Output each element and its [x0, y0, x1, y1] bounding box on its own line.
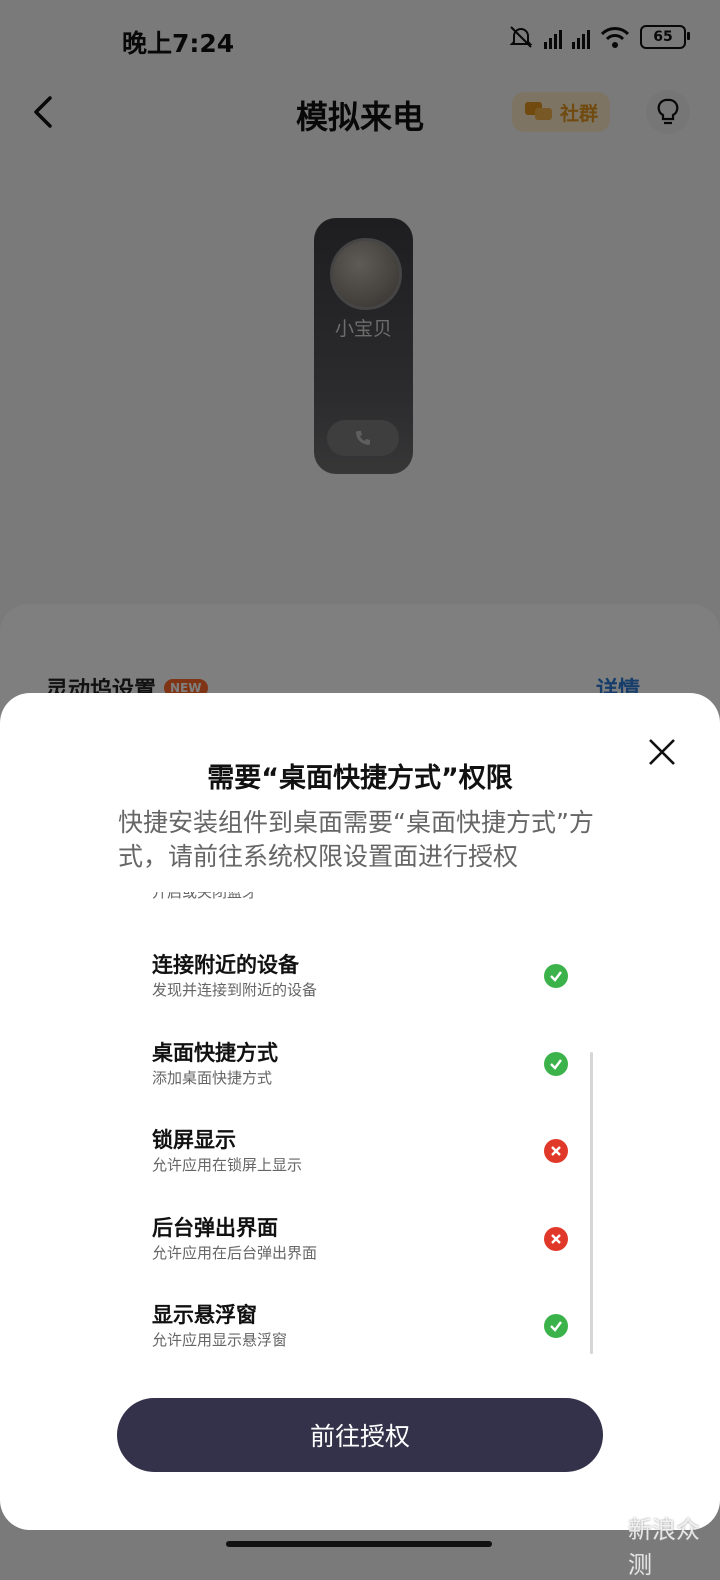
cross-icon — [544, 1227, 568, 1251]
clipped-permission-desc: 开启或关闭蓝牙 — [152, 892, 258, 901]
permission-item: 后台弹出界面 允许应用在后台弹出界面 — [152, 1215, 592, 1263]
permission-desc: 允许应用显示悬浮窗 — [152, 1331, 288, 1349]
permission-item: 连接附近的设备 发现并连接到附近的设备 — [152, 952, 592, 1000]
check-icon — [544, 1314, 568, 1338]
permission-desc: 允许应用在后台弹出界面 — [152, 1244, 318, 1262]
clipped-permission-item: 开启或关闭蓝牙 — [152, 892, 592, 914]
permission-item: 桌面快捷方式 添加桌面快捷方式 — [152, 1040, 592, 1088]
scrollbar[interactable] — [590, 1052, 593, 1354]
dialog-title: 需要“桌面快捷方式”权限 — [207, 763, 513, 794]
permission-item: 显示悬浮窗 允许应用显示悬浮窗 — [152, 1302, 592, 1350]
permission-name: 后台弹出界面 — [152, 1216, 278, 1240]
dialog-description: 快捷安装组件到桌面需要“桌面快捷方式”方式，请前往系统权限设置面进行授权 — [118, 808, 594, 871]
permission-name: 桌面快捷方式 — [152, 1041, 278, 1065]
permission-item: 锁屏显示 允许应用在锁屏上显示 — [152, 1127, 592, 1175]
go-authorize-button[interactable]: 前往授权 — [117, 1398, 603, 1472]
permission-desc: 添加桌面快捷方式 — [152, 1069, 273, 1087]
home-indicator[interactable] — [226, 1541, 492, 1547]
permission-name: 显示悬浮窗 — [152, 1303, 257, 1327]
watermark: 新浪众测 — [628, 1516, 700, 1579]
check-icon — [544, 964, 568, 988]
permission-desc: 允许应用在锁屏上显示 — [152, 1156, 303, 1174]
permission-desc: 发现并连接到附近的设备 — [152, 981, 318, 999]
permission-list[interactable]: 开启或关闭蓝牙 连接附近的设备 发现并连接到附近的设备 桌面快捷方式 添加桌面快… — [0, 880, 720, 1360]
permission-name: 连接附近的设备 — [152, 953, 299, 977]
check-icon — [544, 1052, 568, 1076]
cross-icon — [544, 1139, 568, 1163]
permission-name: 锁屏显示 — [152, 1128, 236, 1152]
